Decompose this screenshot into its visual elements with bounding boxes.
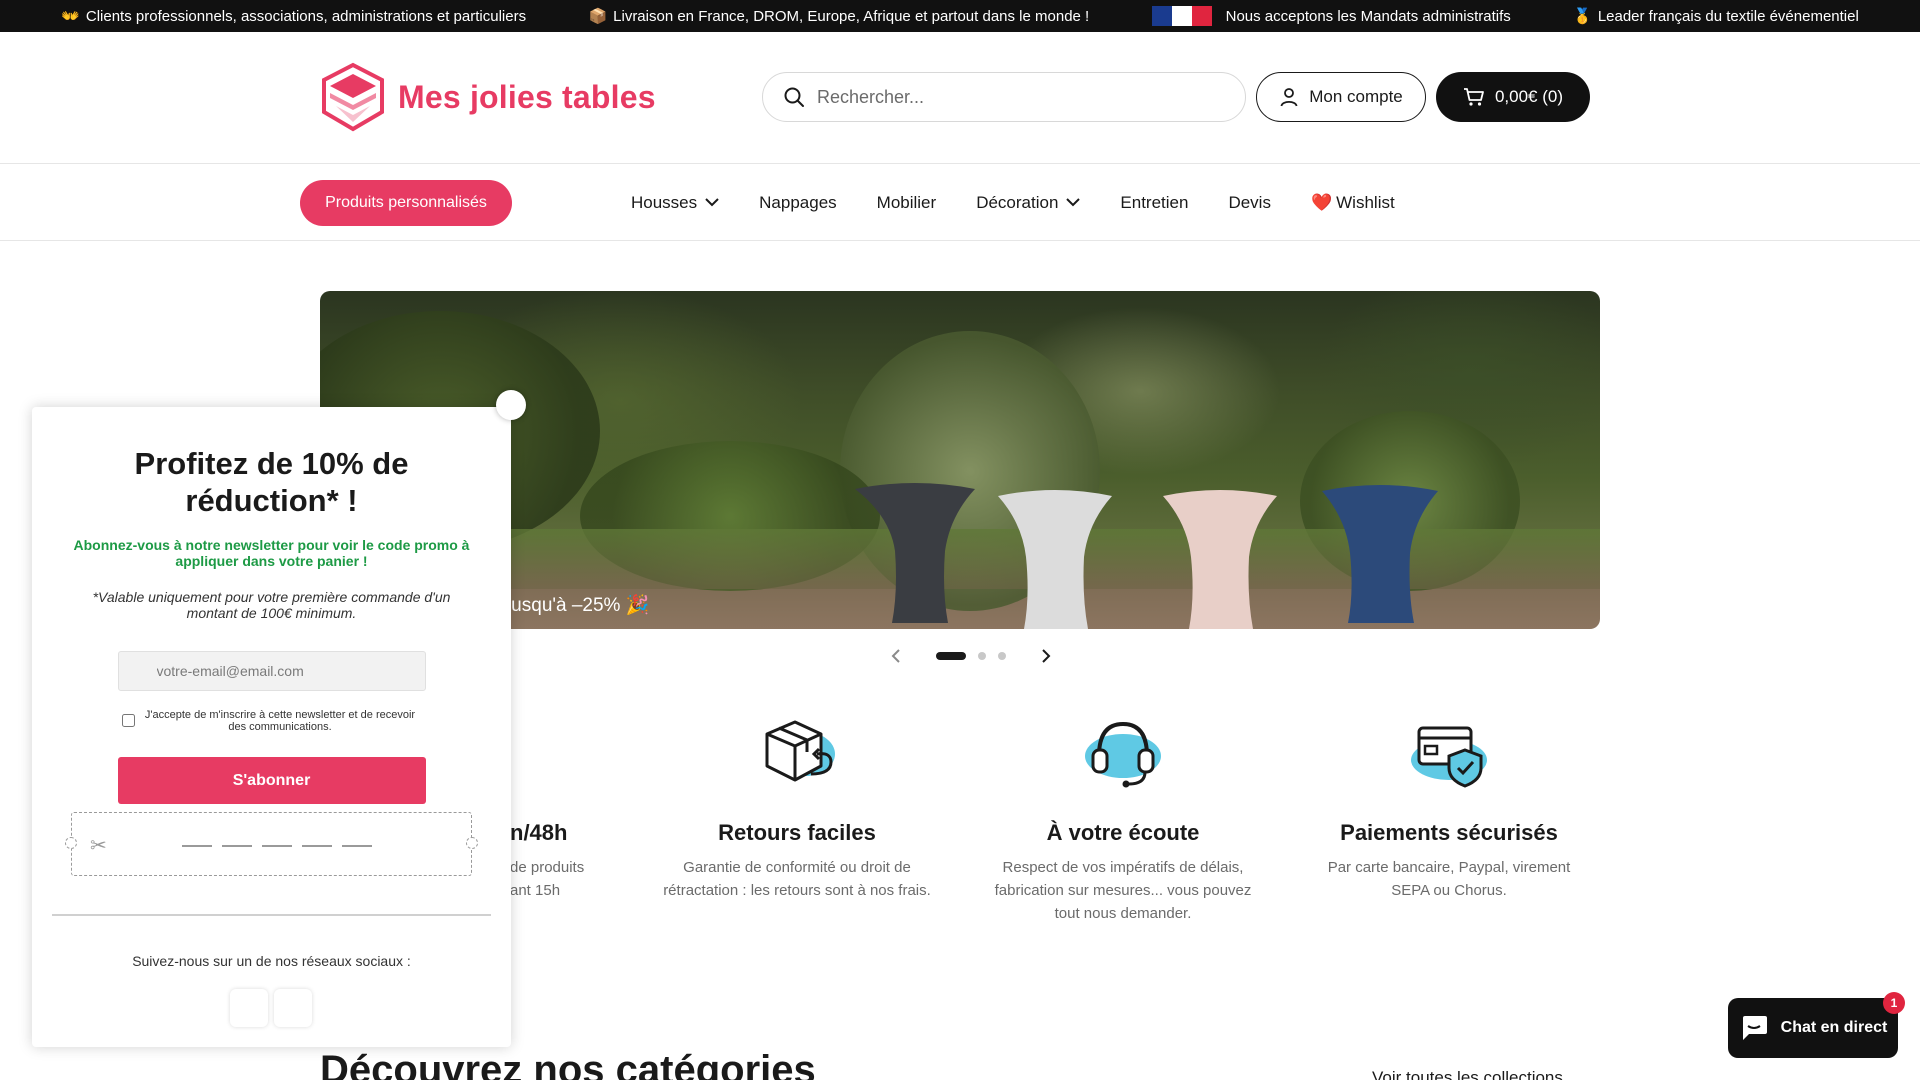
- user-icon: [1280, 88, 1298, 107]
- nav-item-nappages[interactable]: Nappages: [759, 193, 837, 213]
- search-bar[interactable]: [762, 72, 1246, 122]
- nav-item-wishlist[interactable]: ❤️ Wishlist: [1311, 193, 1395, 213]
- announcement-shipping: 📦 Livraison en France, DROM, Europe, Afr…: [588, 7, 1090, 26]
- social-link-icon[interactable]: [274, 989, 312, 1027]
- site-header: Mes jolies tables Mon compte 0,00€ (0): [0, 32, 1920, 164]
- announcement-clients: 👐 Clients professionnels, associations, …: [61, 7, 527, 26]
- feature-support: À votre écoute Respect de vos impératifs…: [988, 712, 1258, 925]
- social-link-icon[interactable]: [230, 989, 268, 1027]
- french-flag-icon: [1151, 6, 1212, 26]
- brand-name: Mes jolies tables: [398, 78, 656, 115]
- nav-item-housses[interactable]: Housses: [631, 193, 719, 213]
- slider-dot[interactable]: [998, 652, 1006, 660]
- slider-dot[interactable]: [936, 652, 966, 660]
- medal-icon: 🥇: [1573, 8, 1592, 25]
- see-all-collections-link[interactable]: Voir toutes les collections: [1372, 1068, 1563, 1080]
- feature-returns: Retours faciles Garantie de conformité o…: [662, 712, 932, 902]
- live-chat-button[interactable]: Chat en direct: [1728, 998, 1898, 1058]
- newsletter-popup: Profitez de 10% de réduction* ! Abonnez-…: [32, 407, 511, 1047]
- hero-banner[interactable]: e // Jusqu'à –25% 🎉: [320, 291, 1600, 629]
- box-return-icon: [765, 720, 835, 782]
- chevron-down-icon: [705, 198, 719, 207]
- popup-condition: *Valable uniquement pour votre première …: [92, 589, 451, 621]
- chevron-down-icon: [1066, 198, 1081, 207]
- search-icon: [784, 87, 804, 107]
- subscribe-button[interactable]: S'abonner: [117, 757, 426, 804]
- account-button[interactable]: Mon compte: [1256, 72, 1426, 122]
- popup-divider: [52, 914, 491, 916]
- popup-close-button[interactable]: [496, 390, 526, 420]
- nav-item-mobilier[interactable]: Mobilier: [877, 193, 937, 213]
- newsletter-email-input[interactable]: [117, 651, 426, 691]
- cart-button[interactable]: 0,00€ (0): [1436, 72, 1590, 122]
- nav-item-decoration[interactable]: Décoration: [976, 193, 1081, 213]
- hands-icon: 👐: [61, 8, 80, 25]
- popup-follow-text: Suivez-nous sur un de nos réseaux sociau…: [132, 953, 411, 969]
- feature-payment: Paiements sécurisés Par carte bancaire, …: [1314, 712, 1584, 902]
- slider-controls: [890, 648, 1052, 664]
- newsletter-consent[interactable]: J'accepte de m'inscrire à cette newslett…: [121, 709, 422, 733]
- hero-tables-illustration: [855, 483, 1438, 629]
- categories-heading: Découvrez nos catégories: [320, 1048, 816, 1080]
- nav-custom-products-button[interactable]: Produits personnalisés: [300, 180, 512, 226]
- logo-link[interactable]: Mes jolies tables: [318, 62, 656, 132]
- popup-title: Profitez de 10% de réduction* !: [134, 446, 409, 518]
- cart-icon: [1463, 88, 1484, 106]
- package-icon: 📦: [588, 8, 608, 25]
- scissors-icon: ✂: [90, 835, 107, 857]
- main-nav: Produits personnalisés Housses Nappages …: [0, 164, 1920, 241]
- announcement-mandates: Nous acceptons les Mandats administratif…: [1151, 6, 1511, 26]
- coupon-code-box: ✂: [65, 812, 478, 876]
- chat-bubble-icon: [1742, 1016, 1767, 1040]
- nav-item-devis[interactable]: Devis: [1228, 193, 1271, 213]
- search-input[interactable]: [817, 86, 1197, 108]
- consent-checkbox[interactable]: [121, 714, 135, 727]
- logo-icon: [322, 62, 384, 132]
- secure-card-icon: [1411, 726, 1487, 788]
- headset-icon: [1085, 721, 1161, 788]
- chat-notification-badge: 1: [1883, 992, 1905, 1014]
- heart-icon: ❤️: [1310, 192, 1333, 212]
- chevron-left-icon[interactable]: [890, 648, 902, 664]
- nav-item-entretien[interactable]: Entretien: [1120, 193, 1188, 213]
- announcement-bar: 👐 Clients professionnels, associations, …: [0, 0, 1920, 32]
- popup-pitch: Abonnez-vous à notre newsletter pour voi…: [73, 537, 470, 569]
- announcement-leader: 🥇 Leader français du textile événementie…: [1573, 7, 1859, 26]
- chevron-right-icon[interactable]: [1040, 648, 1052, 664]
- slider-dot[interactable]: [978, 652, 986, 660]
